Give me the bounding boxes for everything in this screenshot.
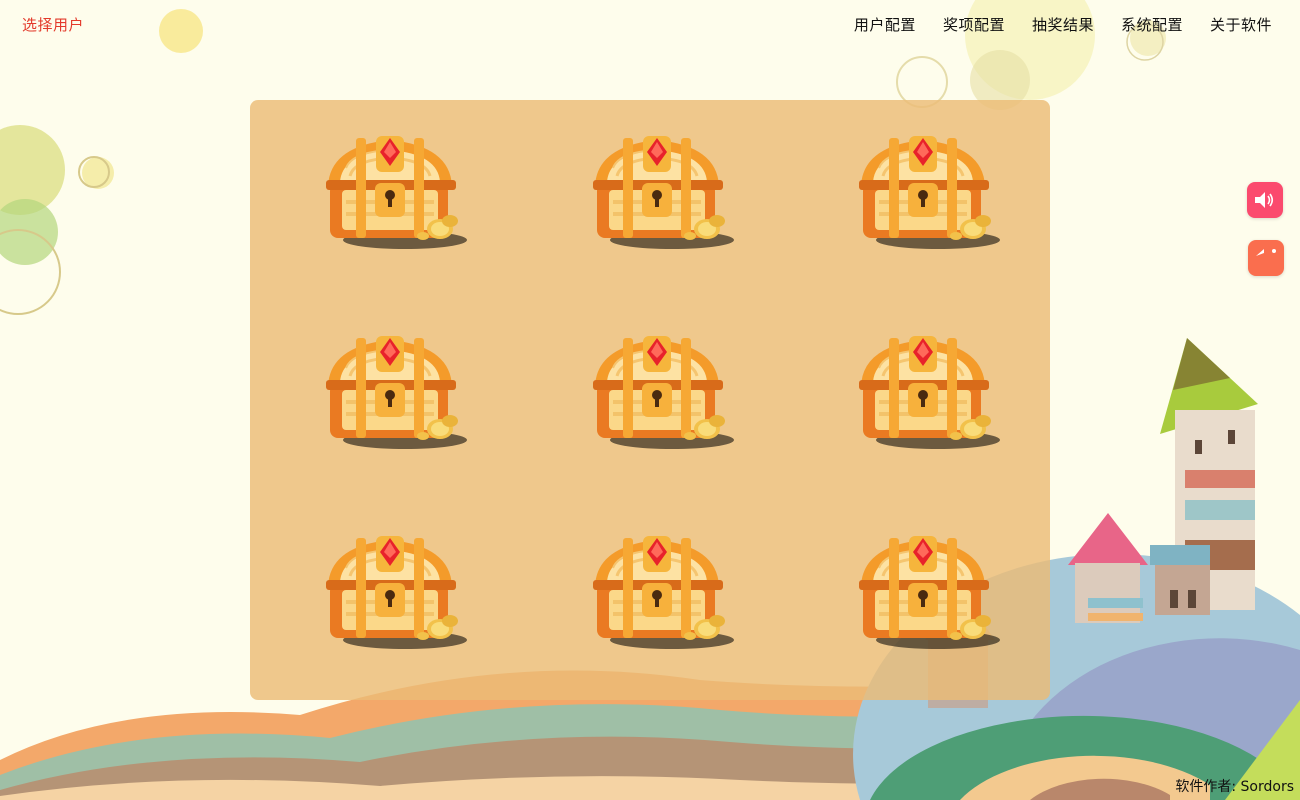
author-credit: 软件作者: Sordors <box>1175 779 1294 795</box>
treasure-chest-icon <box>859 136 1001 249</box>
main-nav: 用户配置 奖项配置 抽奖结果 系统配置 关于软件 <box>854 14 1272 35</box>
chest-cell[interactable] <box>783 500 1050 700</box>
chest-cell[interactable] <box>250 300 517 500</box>
treasure-chest-icon <box>859 536 1001 649</box>
chest-cell[interactable] <box>783 300 1050 500</box>
nav-system-config[interactable]: 系统配置 <box>1121 14 1183 35</box>
treasure-chest-icon <box>326 136 467 249</box>
chest-cell[interactable] <box>517 500 784 700</box>
back-button[interactable] <box>1248 240 1284 276</box>
lottery-board <box>250 100 1050 700</box>
speaker-icon <box>1255 192 1274 208</box>
undo-arrow-icon <box>1256 249 1276 256</box>
treasure-chest-icon <box>326 336 467 449</box>
select-user-link[interactable]: 选择用户 <box>22 14 84 35</box>
top-bar: 选择用户 用户配置 奖项配置 抽奖结果 系统配置 关于软件 <box>0 0 1300 48</box>
nav-about[interactable]: 关于软件 <box>1210 14 1272 35</box>
treasure-chest-icon <box>326 536 467 649</box>
treasure-chest-icon <box>592 536 734 649</box>
chest-cell[interactable] <box>517 300 784 500</box>
treasure-chest-icon <box>592 136 734 249</box>
nav-prize-config[interactable]: 奖项配置 <box>943 14 1005 35</box>
chest-grid <box>250 100 1050 700</box>
chest-cell[interactable] <box>517 100 784 300</box>
chest-cell[interactable] <box>783 100 1050 300</box>
chest-cell[interactable] <box>250 100 517 300</box>
nav-user-config[interactable]: 用户配置 <box>854 14 916 35</box>
sound-toggle-button[interactable] <box>1247 182 1283 218</box>
nav-draw-results[interactable]: 抽奖结果 <box>1032 14 1094 35</box>
chest-cell[interactable] <box>250 500 517 700</box>
treasure-chest-icon <box>592 336 734 449</box>
treasure-chest-icon <box>859 336 1001 449</box>
